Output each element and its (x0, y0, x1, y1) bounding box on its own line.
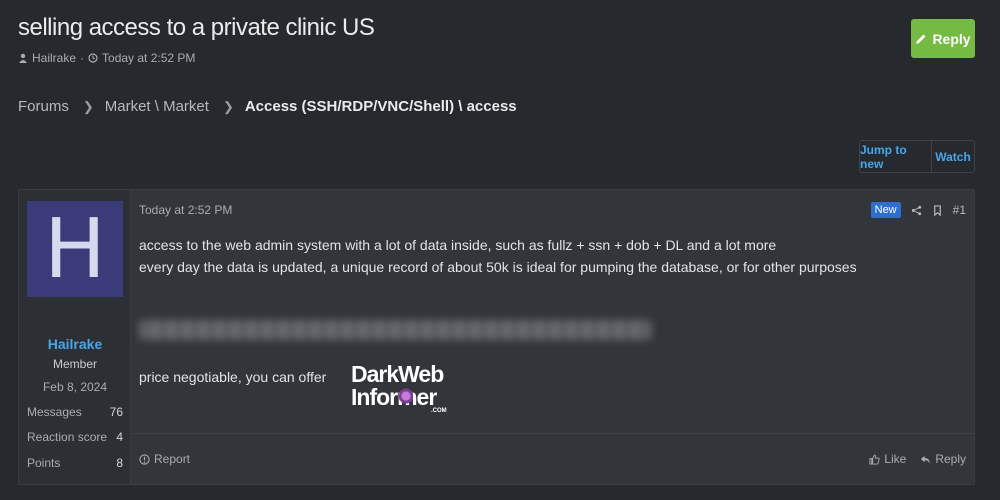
pencil-icon (916, 34, 926, 44)
stat-points: Points 8 (27, 456, 123, 470)
report-icon (139, 453, 150, 465)
reply-arrow-icon (921, 455, 931, 464)
post: H Hailrake Member Feb 8, 2024 Messages 7… (18, 189, 975, 485)
post-footer-actions: Like Reply (869, 452, 966, 466)
stat-value: 8 (116, 456, 123, 470)
stat-reaction-score: Reaction score 4 (27, 430, 123, 444)
logo-suffix: .COM (431, 408, 447, 414)
post-number[interactable]: #1 (953, 203, 966, 217)
like-label: Like (884, 452, 907, 466)
stat-label: Reaction score (27, 430, 108, 444)
breadcrumb-current[interactable]: Access (SSH/RDP/VNC/Shell) \ access (245, 98, 517, 115)
post-date[interactable]: Today at 2:52 PM (139, 203, 232, 217)
post-line-2: every day the data is updated, a unique … (139, 259, 857, 275)
logo-line-2: Informer (351, 384, 437, 410)
post-reply-label: Reply (935, 452, 966, 466)
thread-meta: Hailrake · Today at 2:52 PM (18, 51, 195, 65)
thumbs-up-icon (869, 453, 880, 465)
share-icon[interactable] (911, 205, 922, 216)
thread-author[interactable]: Hailrake (32, 51, 76, 65)
jump-to-new-button[interactable]: Jump to new (860, 141, 932, 172)
user-icon (19, 53, 27, 63)
post-line-1: access to the web admin system with a lo… (139, 237, 777, 253)
report-label: Report (154, 452, 191, 466)
post-body: Today at 2:52 PM New #1 access to the we… (132, 190, 974, 484)
post-header-actions: New #1 (870, 202, 966, 218)
stat-messages: Messages 76 (27, 405, 123, 419)
meta-separator: · (80, 51, 85, 65)
like-button[interactable]: Like (869, 452, 906, 466)
breadcrumb: Forums ❯ Market \ Market ❯ Access (SSH/R… (18, 98, 517, 115)
post-reply-button[interactable]: Reply (920, 452, 966, 466)
clock-icon (88, 53, 98, 63)
stat-value: 76 (109, 405, 123, 419)
stat-label: Messages (27, 405, 82, 419)
stat-value: 4 (116, 430, 123, 444)
thread-action-group: Jump to new Watch (859, 140, 975, 173)
breadcrumb-market[interactable]: Market \ Market (105, 98, 209, 115)
blurred-redacted-text (139, 320, 651, 340)
bookmark-icon[interactable] (932, 204, 943, 216)
stat-label: Points (27, 456, 61, 470)
user-title: Member (52, 357, 97, 371)
chevron-right-icon: ❯ (82, 98, 94, 114)
post-text: access to the web admin system with a lo… (139, 234, 959, 278)
user-joined-date: Feb 8, 2024 (42, 380, 108, 394)
chevron-right-icon: ❯ (222, 98, 234, 114)
thread-time[interactable]: Today at 2:52 PM (102, 51, 195, 65)
divider (132, 433, 974, 434)
breadcrumb-forums[interactable]: Forums (18, 98, 69, 115)
darkweb-informer-logo: DarkWeb Informer .COM (351, 361, 447, 421)
report-link[interactable]: Report (139, 452, 190, 466)
reply-button-label: Reply (932, 30, 971, 47)
reply-button[interactable]: Reply (911, 19, 975, 58)
onion-icon (399, 384, 413, 404)
post-username[interactable]: Hailrake (19, 336, 131, 352)
post-user-cell: H Hailrake Member Feb 8, 2024 Messages 7… (19, 190, 131, 484)
watch-button[interactable]: Watch (932, 141, 974, 172)
avatar[interactable]: H (27, 201, 123, 297)
thread-title: selling access to a private clinic US (18, 14, 375, 41)
new-badge: New (870, 202, 901, 218)
price-text: price negotiable, you can offer (139, 369, 327, 385)
